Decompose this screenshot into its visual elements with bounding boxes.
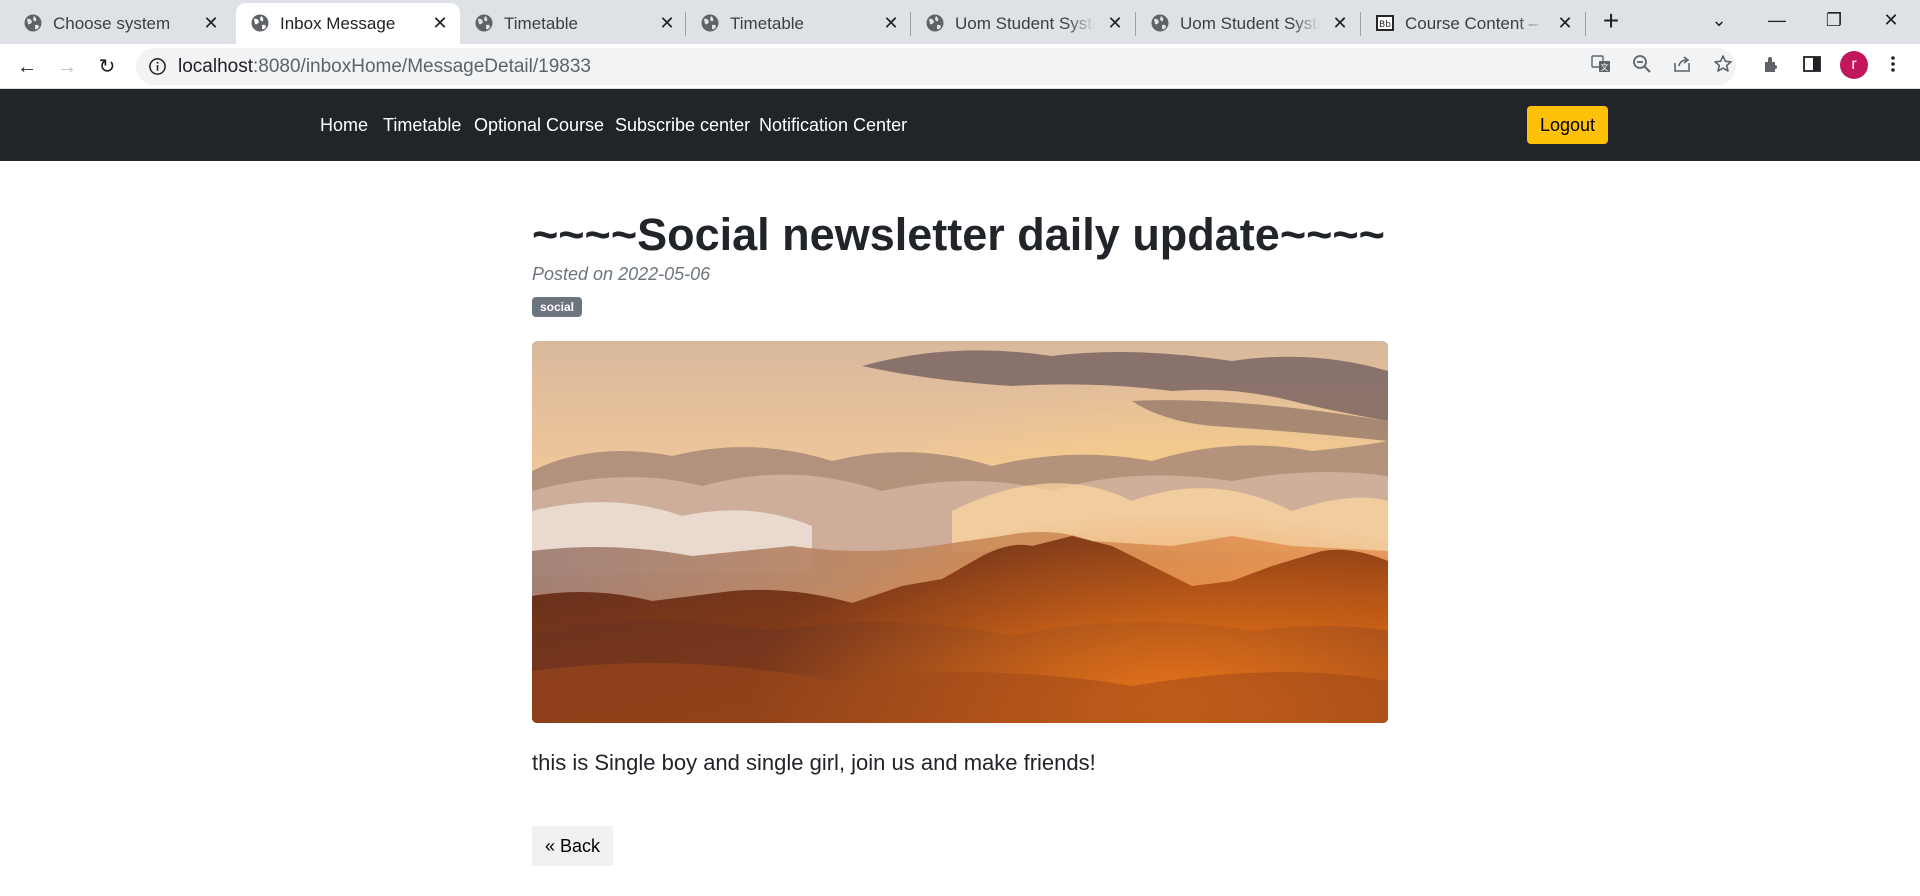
- svg-text:文: 文: [1601, 62, 1609, 72]
- browser-toolbar: ← → ↻ localhost:8080/inboxHome/MessageDe…: [0, 44, 1920, 89]
- bookmark-star-icon[interactable]: [1713, 54, 1733, 74]
- globe-icon: [926, 14, 944, 32]
- more-vert-icon[interactable]: [1883, 54, 1903, 74]
- globe-icon: [475, 14, 493, 32]
- post-title: ~~~~Social newsletter daily update~~~~: [532, 209, 1385, 260]
- browser-tab-uom-student-system-1[interactable]: Uom Student System ✕: [911, 3, 1135, 44]
- blackboard-icon: Bb: [1376, 15, 1394, 31]
- tag-badge: social: [532, 297, 583, 317]
- nav-link-notification-center[interactable]: Notification Center: [759, 114, 907, 136]
- tab-title: Course Content – Course: [1405, 14, 1545, 33]
- tab-title: Inbox Message: [280, 14, 396, 33]
- tab-title: Timetable: [504, 14, 579, 33]
- nav-link-optional-course[interactable]: Optional Course: [474, 114, 604, 136]
- new-tab-button[interactable]: +: [1597, 7, 1625, 36]
- close-icon[interactable]: ✕: [880, 12, 902, 34]
- profile-avatar[interactable]: r: [1840, 51, 1868, 79]
- globe-icon: [1151, 14, 1169, 32]
- translate-icon[interactable]: 文: [1591, 54, 1611, 74]
- url-text[interactable]: localhost:8080/inboxHome/MessageDetail/1…: [178, 48, 591, 85]
- close-icon[interactable]: ✕: [429, 12, 451, 34]
- globe-icon: [251, 14, 269, 32]
- close-icon[interactable]: ✕: [200, 12, 222, 34]
- globe-icon: [701, 14, 719, 32]
- forward-arrow-icon[interactable]: →: [52, 52, 82, 82]
- tab-title: Timetable: [730, 14, 805, 33]
- share-icon[interactable]: [1672, 54, 1692, 74]
- globe-icon: [24, 14, 42, 32]
- logout-button[interactable]: Logout: [1527, 106, 1608, 144]
- extensions-icon[interactable]: [1762, 54, 1782, 74]
- close-icon[interactable]: ✕: [1554, 12, 1576, 34]
- mountain-sunset-image: [532, 341, 1388, 723]
- svg-text:Bb: Bb: [1379, 20, 1391, 30]
- url-path: :8080/inboxHome/MessageDetail/19833: [253, 56, 591, 77]
- tab-title: Choose system: [53, 14, 171, 33]
- browser-tab-timetable-2[interactable]: Timetable ✕: [686, 3, 910, 44]
- browser-tab-course-content[interactable]: Bb Course Content – Course ✕: [1361, 3, 1585, 44]
- browser-tab-inbox-message[interactable]: Inbox Message ✕: [236, 3, 460, 44]
- nav-link-subscribe-center[interactable]: Subscribe center: [615, 114, 750, 136]
- tab-search-icon[interactable]: ⌄: [1699, 6, 1739, 34]
- browser-tab-timetable-1[interactable]: Timetable ✕: [460, 3, 684, 44]
- restore-icon[interactable]: ❐: [1814, 6, 1854, 34]
- post-date: Posted on 2022-05-06: [532, 264, 711, 284]
- tab-title: Uom Student System: [955, 14, 1095, 33]
- site-navbar: Home Timetable Optional Course Subscribe…: [0, 89, 1920, 161]
- browser-tab-strip: Choose system ✕ Inbox Message ✕ Timetabl…: [0, 0, 1920, 44]
- tab-title: Uom Student System: [1180, 14, 1320, 33]
- close-icon[interactable]: ✕: [656, 12, 678, 34]
- tab-separator: [1585, 12, 1586, 36]
- info-icon[interactable]: [148, 57, 167, 76]
- close-icon[interactable]: ✕: [1329, 12, 1351, 34]
- side-panel-icon[interactable]: [1802, 54, 1822, 74]
- address-bar[interactable]: localhost:8080/inboxHome/MessageDetail/1…: [136, 48, 1736, 85]
- zoom-out-icon[interactable]: [1632, 54, 1652, 74]
- back-button[interactable]: « Back: [532, 826, 613, 866]
- nav-link-timetable[interactable]: Timetable: [383, 114, 461, 136]
- minimize-icon[interactable]: —: [1757, 6, 1797, 34]
- url-host: localhost: [178, 56, 253, 77]
- post-body-text: this is Single boy and single girl, join…: [532, 750, 1096, 775]
- close-icon[interactable]: ✕: [1104, 12, 1126, 34]
- back-arrow-icon[interactable]: ←: [12, 52, 42, 82]
- close-window-icon[interactable]: ✕: [1871, 6, 1911, 34]
- browser-tab-choose-system[interactable]: Choose system ✕: [0, 3, 228, 44]
- nav-link-home[interactable]: Home: [320, 114, 368, 136]
- reload-icon[interactable]: ↻: [92, 52, 122, 82]
- post-hero-image: [532, 341, 1388, 723]
- browser-tab-uom-student-system-2[interactable]: Uom Student System ✕: [1136, 3, 1360, 44]
